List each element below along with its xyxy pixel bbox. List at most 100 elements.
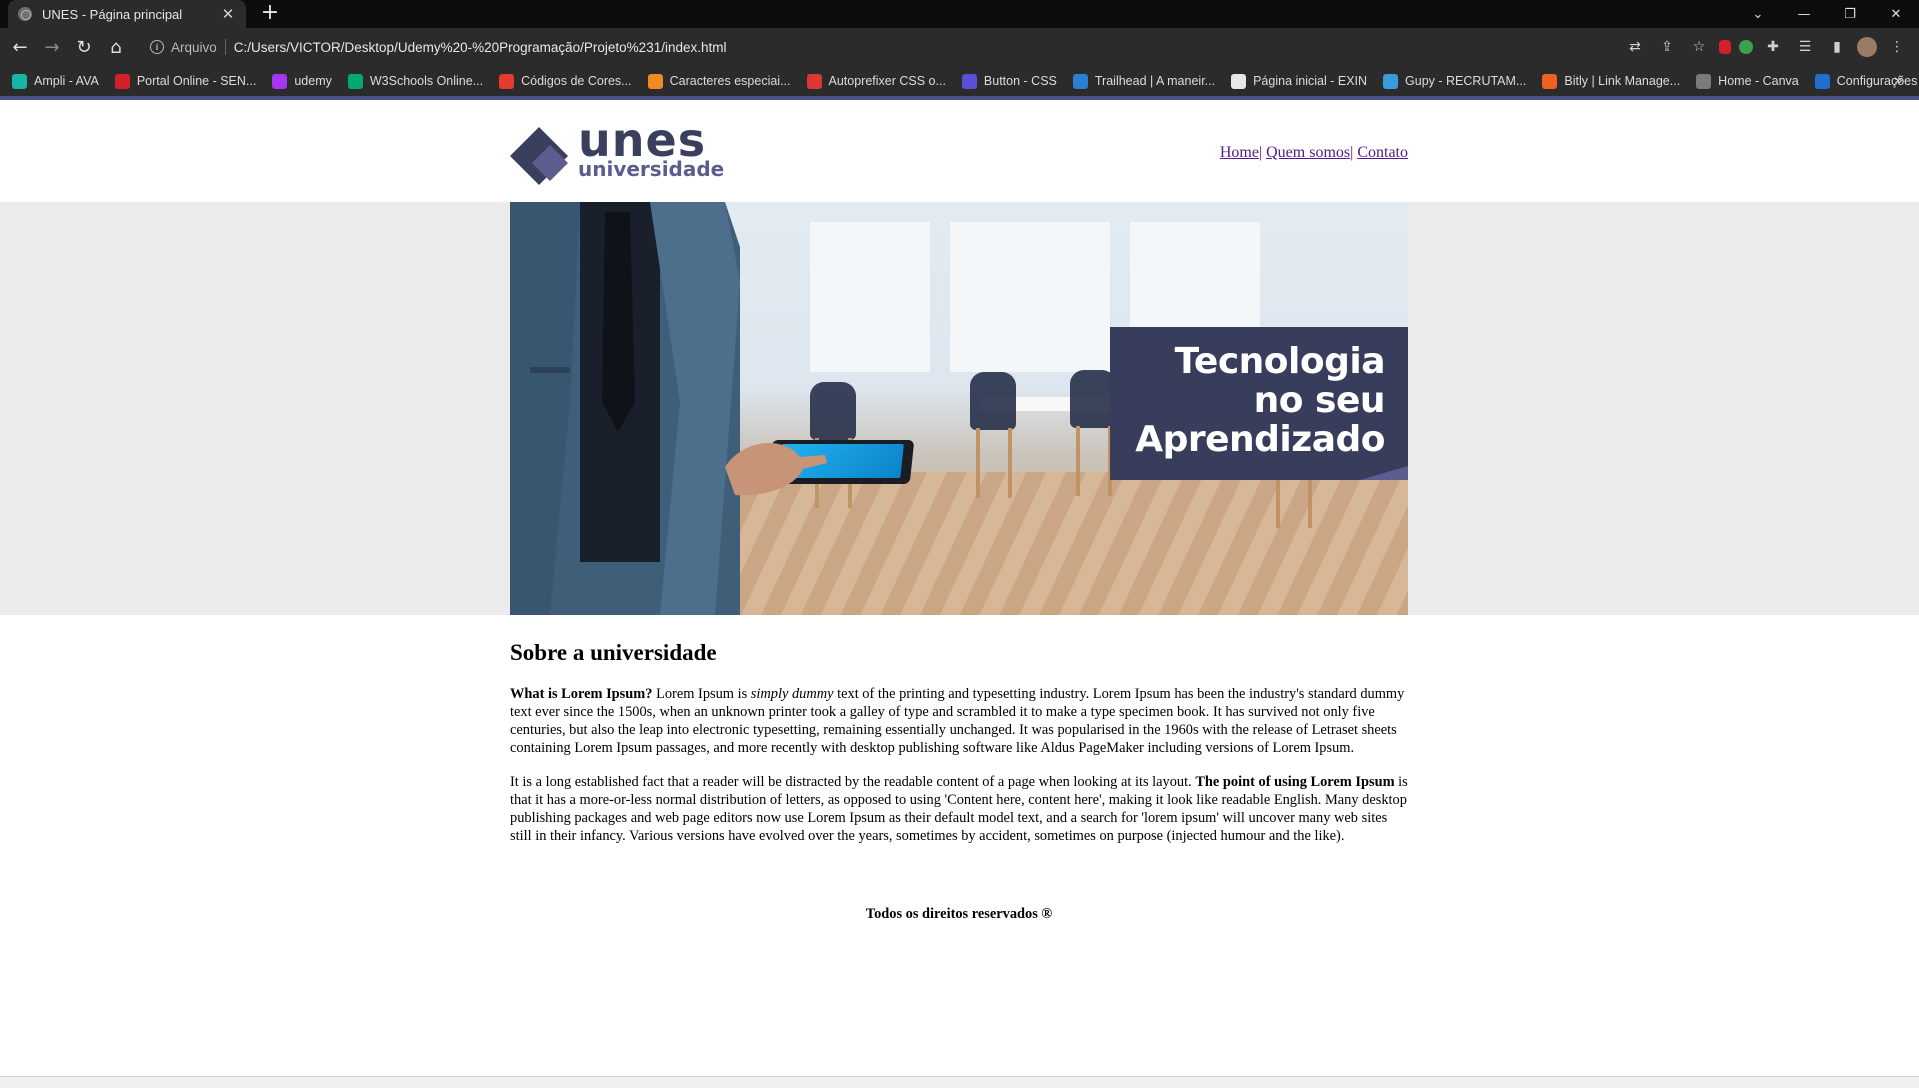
bookmark-item[interactable]: Página inicial - EXIN [1231, 73, 1368, 89]
translate-icon[interactable]: ⇄ [1623, 35, 1647, 59]
hero-caption-line: no seu [1253, 380, 1386, 421]
side-panel-icon[interactable]: ▮ [1825, 35, 1849, 59]
trailhead-icon [1072, 73, 1088, 89]
bookmark-label: Códigos de Cores... [521, 74, 632, 88]
new-tab-button[interactable]: + [258, 2, 282, 26]
bookmark-label: Button - CSS [983, 74, 1057, 88]
profile-avatar[interactable] [1857, 37, 1877, 57]
chair-leg [1008, 428, 1012, 498]
restore-icon[interactable]: ❐ [1827, 0, 1873, 28]
w3-icon [347, 73, 363, 89]
paragraph-1: What is Lorem Ipsum? Lorem Ipsum is simp… [510, 685, 1408, 757]
puzzle-icon[interactable]: ✚ [1761, 35, 1785, 59]
hero-caption-box: Tecnologia no seu Aprendizado [1110, 327, 1408, 480]
bookmark-item[interactable]: Ampli - AVA [12, 73, 99, 89]
address-separator [224, 39, 226, 55]
minimize-icon[interactable]: — [1781, 0, 1827, 28]
section-title: Sobre a universidade [510, 640, 717, 665]
window-panel [950, 222, 1110, 372]
bookmark-item[interactable]: Gupy - RECRUTAM... [1383, 73, 1527, 89]
nav-contact-link[interactable]: Contato [1357, 144, 1408, 161]
p2-strong: The point of using Lorem Ipsum [1195, 774, 1395, 790]
close-icon[interactable]: ✕ [220, 5, 236, 23]
bookmark-label: Autoprefixer CSS o... [828, 74, 946, 88]
browser-toolbar: ← → ↻ ⌂ i Arquivo C:/Users/VICTOR/Deskto… [0, 28, 1919, 66]
p1-strong: What is Lorem Ipsum? [510, 686, 653, 702]
home-icon[interactable]: ⌂ [104, 35, 128, 59]
unes-logo[interactable]: unes universidade [510, 113, 730, 185]
globe-icon [18, 7, 32, 21]
gupy-icon [1383, 73, 1399, 89]
bookmark-item[interactable]: Bitly | Link Manage... [1542, 73, 1681, 89]
logo-subtitle: universidade [578, 157, 725, 181]
bookmark-item[interactable]: udemy [272, 73, 332, 89]
site-header: unes universidade Home| Quem somos| Cont… [510, 100, 1408, 200]
ui-icon [961, 73, 977, 89]
reading-list-icon[interactable]: ☰ [1793, 35, 1817, 59]
hand-figure [725, 443, 827, 496]
browser-tab-active[interactable]: UNES - Página principal ✕ [8, 0, 246, 28]
color-codes-icon [499, 73, 515, 89]
p1-text-a: Lorem Ipsum is [652, 686, 751, 702]
url-text[interactable]: C:/Users/VICTOR/Desktop/Udemy%20-%20Prog… [234, 40, 727, 55]
bookmark-label: Página inicial - EXIN [1253, 74, 1368, 88]
p2-text-a: It is a long established fact that a rea… [510, 774, 1196, 790]
nav-divider: | [1258, 144, 1263, 161]
bookmark-label: Bitly | Link Manage... [1564, 74, 1681, 88]
globe-icon [1696, 73, 1712, 89]
hero-caption: Tecnologia no seu Aprendizado [1135, 342, 1385, 459]
autoprefixer-icon [806, 73, 822, 89]
toolbar-icons: ⇄ ⇪ ☆ ✚ ☰ ▮ ⋮ [1623, 35, 1909, 59]
udemy-icon [272, 73, 288, 89]
reload-icon[interactable]: ↻ [72, 35, 96, 59]
address-bar[interactable]: i Arquivo C:/Users/VICTOR/Desktop/Udemy%… [140, 33, 1840, 61]
bookmark-label: Ampli - AVA [34, 74, 99, 88]
chair-leg [976, 428, 980, 498]
bookmark-label: W3Schools Online... [369, 74, 484, 88]
menu-kebab-icon[interactable]: ⋮ [1885, 35, 1909, 59]
info-icon[interactable]: i [150, 40, 164, 54]
window-panel [810, 222, 930, 372]
bookmarks-bar: Ampli - AVA Portal Online - SEN... udemy W3… [0, 66, 1919, 96]
hero-box-accent [1360, 466, 1408, 480]
bookmark-label: Portal Online - SEN... [136, 74, 257, 88]
nav-divider: | [1350, 144, 1354, 161]
nav-home-link[interactable]: Home [1220, 144, 1259, 161]
bookmark-item[interactable]: Trailhead | A maneir... [1072, 73, 1215, 89]
forward-arrow-icon[interactable]: → [40, 35, 64, 59]
extension-red-icon[interactable] [1719, 40, 1731, 54]
p1-emphasis: simply dummy [750, 686, 834, 702]
bookmark-item[interactable]: W3Schools Online... [347, 73, 484, 89]
bookmark-item[interactable]: Portal Online - SEN... [114, 73, 257, 89]
chair-leg [1076, 426, 1080, 496]
paragraph-2: It is a long established fact that a rea… [510, 773, 1408, 845]
bookmark-item[interactable]: Códigos de Cores... [499, 73, 632, 89]
tab-title: UNES - Página principal [42, 6, 183, 22]
footer-copyright: Todos os direitos reservados ® [865, 906, 1053, 922]
hero-band: Tecnologia no seu Aprendizado [0, 202, 1919, 615]
bookmark-label: Configurações [1836, 74, 1918, 88]
bookmark-item[interactable]: Home - Canva [1696, 73, 1799, 89]
bitly-icon [1542, 73, 1558, 89]
share-icon[interactable]: ⇪ [1655, 35, 1679, 59]
page: unes universidade Home| Quem somos| Cont… [0, 100, 1919, 1078]
bookmark-item[interactable]: Button - CSS [961, 73, 1057, 89]
back-arrow-icon[interactable]: ← [8, 35, 32, 59]
bookmark-item[interactable]: Autoprefixer CSS o... [806, 73, 946, 89]
chars-icon [647, 73, 663, 89]
businessman-figure [510, 202, 740, 615]
logo-diamond-icon [510, 127, 568, 185]
hero-caption-line: Aprendizado [1135, 419, 1385, 460]
bookmark-item[interactable]: Caracteres especiai... [647, 73, 791, 89]
tab-search-icon[interactable]: ⌄ [1735, 0, 1781, 28]
nav-about-link[interactable]: Quem somos [1266, 144, 1350, 161]
more-bookmarks-icon[interactable]: » [1894, 71, 1903, 89]
bookmark-label: Gupy - RECRUTAM... [1405, 74, 1527, 88]
main-content: Sobre a universidade What is Lorem Ipsum… [510, 640, 1408, 861]
star-icon[interactable]: ☆ [1687, 35, 1711, 59]
main-nav: Home| Quem somos| Contato [1220, 144, 1408, 162]
browser-tab-strip: UNES - Página principal ✕ + ⌄ — ❐ ✕ [0, 0, 1919, 28]
close-window-icon[interactable]: ✕ [1873, 0, 1919, 28]
bookmark-label: Caracteres especiai... [669, 74, 791, 88]
extension-green-icon[interactable] [1739, 40, 1753, 54]
